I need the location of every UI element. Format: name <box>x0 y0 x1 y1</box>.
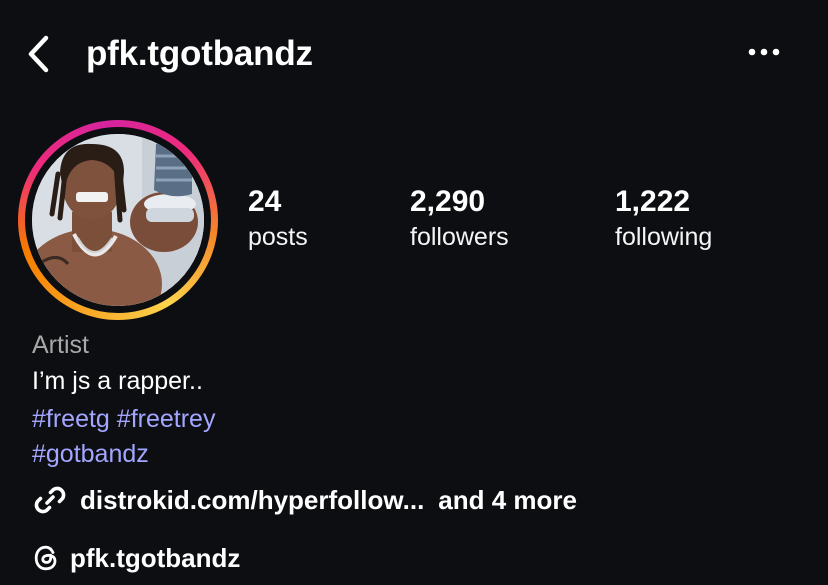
avatar[interactable] <box>32 134 204 306</box>
following-label: following <box>615 223 713 251</box>
back-button[interactable] <box>22 32 58 76</box>
bio-link-text[interactable]: distrokid.com/hyperfollow... <box>80 485 424 516</box>
more-links-label[interactable]: and 4 more <box>438 485 577 516</box>
bio-link-row[interactable]: distrokid.com/hyperfollow... and 4 more <box>32 480 577 520</box>
stat-followers[interactable]: 2,290 followers <box>410 184 509 254</box>
hashtag-link[interactable]: #freetrey <box>117 405 216 433</box>
posts-label: posts <box>248 223 308 251</box>
profile-category: Artist <box>32 331 89 359</box>
followers-label: followers <box>410 223 509 251</box>
more-horizontal-icon <box>748 48 780 56</box>
posts-count: 24 <box>248 185 282 218</box>
stat-posts[interactable]: 24 posts <box>248 184 308 254</box>
threads-badge[interactable]: pfk.tgotbandz <box>32 540 240 576</box>
stat-following[interactable]: 1,222 following <box>615 184 712 254</box>
profile-bio: I’m js a rapper.. <box>32 367 203 395</box>
hashtag-link[interactable]: #gotbandz <box>32 440 149 468</box>
story-ring[interactable] <box>18 120 218 320</box>
bio-hashtags: #freetg #freetrey #gotbandz <box>32 402 432 472</box>
more-options-button[interactable] <box>744 40 784 64</box>
profile-avatar <box>32 134 204 306</box>
profile-header: pfk.tgotbandz <box>0 0 828 110</box>
link-icon <box>34 486 66 514</box>
threads-handle[interactable]: pfk.tgotbandz <box>70 543 240 574</box>
following-count: 1,222 <box>615 185 691 218</box>
page-title: pfk.tgotbandz <box>86 34 313 73</box>
followers-count: 2,290 <box>410 185 486 218</box>
threads-icon <box>34 545 57 571</box>
hashtag-link[interactable]: #freetg <box>32 405 110 433</box>
chevron-left-icon <box>28 35 49 73</box>
